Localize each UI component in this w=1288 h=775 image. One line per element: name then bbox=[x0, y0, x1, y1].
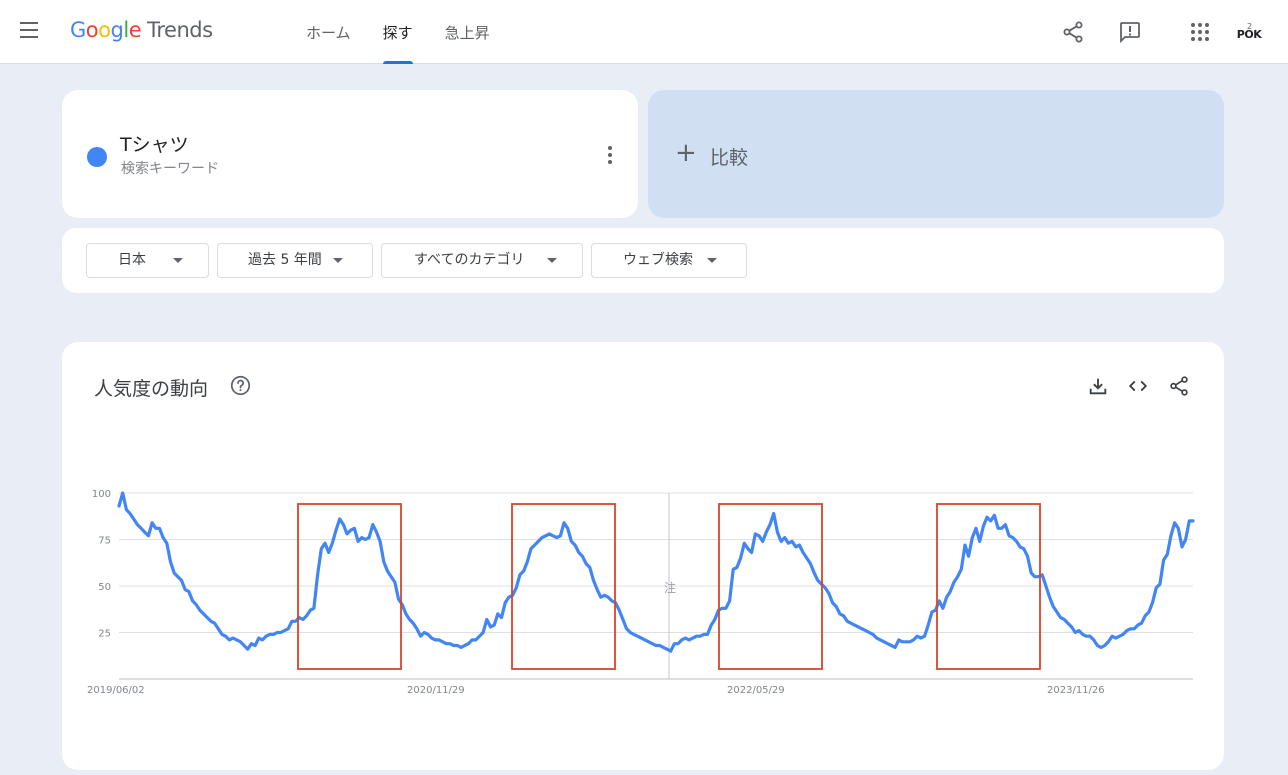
search-type-select[interactable]: ウェブ検索 bbox=[591, 243, 747, 278]
main-menu-icon[interactable] bbox=[20, 22, 42, 42]
app-header: Google Trends ホーム 探す 急上昇 2 POK bbox=[0, 0, 1288, 64]
compare-button[interactable]: + 比較 bbox=[648, 90, 1224, 218]
region-select[interactable]: 日本 bbox=[86, 243, 209, 278]
series-line-t-shirt bbox=[117, 491, 1195, 653]
dropdown-arrow-icon bbox=[173, 258, 183, 263]
share-icon[interactable] bbox=[1061, 20, 1085, 44]
more-options-icon[interactable] bbox=[602, 144, 618, 166]
note-marker-label: 注 bbox=[664, 580, 676, 595]
main-nav: ホーム 探す 急上昇 bbox=[290, 0, 506, 64]
term-name[interactable]: Tシャツ bbox=[120, 130, 189, 157]
feedback-icon[interactable] bbox=[1118, 20, 1142, 44]
term-type-label: 検索キーワード bbox=[121, 161, 219, 177]
term-color-dot bbox=[87, 147, 107, 167]
y-tick-label: 50 bbox=[98, 582, 111, 593]
period-select[interactable]: 過去 5 年間 bbox=[217, 243, 373, 278]
x-tick-label: 2023/11/26 bbox=[1047, 685, 1105, 696]
x-tick-label: 2022/05/29 bbox=[727, 685, 785, 696]
apps-grid-icon[interactable] bbox=[1188, 20, 1212, 44]
compare-label: 比較 bbox=[710, 147, 749, 169]
y-tick-label: 75 bbox=[98, 536, 111, 547]
dropdown-arrow-icon bbox=[707, 258, 717, 263]
filter-bar: 日本 過去 5 年間 すべてのカテゴリ ウェブ検索 bbox=[62, 228, 1224, 293]
nav-trending[interactable]: 急上昇 bbox=[429, 0, 506, 64]
dropdown-arrow-icon bbox=[547, 258, 557, 263]
dropdown-arrow-icon bbox=[333, 258, 343, 263]
y-tick-label: 100 bbox=[92, 489, 111, 500]
nav-home[interactable]: ホーム bbox=[290, 0, 367, 64]
category-select[interactable]: すべてのカテゴリ bbox=[381, 243, 583, 278]
interest-over-time-card: 人気度の動向 注 100 75 50 25 2019/06/02 2020/11/29 2… bbox=[62, 342, 1224, 770]
plus-icon: + bbox=[675, 138, 697, 168]
y-tick-label: 25 bbox=[98, 629, 111, 640]
x-tick-label: 2020/11/29 bbox=[407, 685, 465, 696]
x-tick-label: 2019/06/02 bbox=[87, 685, 145, 696]
nav-explore[interactable]: 探す bbox=[367, 0, 429, 64]
search-term-card[interactable]: Tシャツ 検索キーワード bbox=[62, 90, 638, 218]
google-trends-logo[interactable]: Google Trends bbox=[70, 18, 213, 42]
account-avatar[interactable]: 2 POK bbox=[1234, 22, 1264, 48]
interest-line-chart[interactable]: 注 100 75 50 25 2019/06/02 2020/11/29 2022/05/… bbox=[62, 342, 1224, 770]
